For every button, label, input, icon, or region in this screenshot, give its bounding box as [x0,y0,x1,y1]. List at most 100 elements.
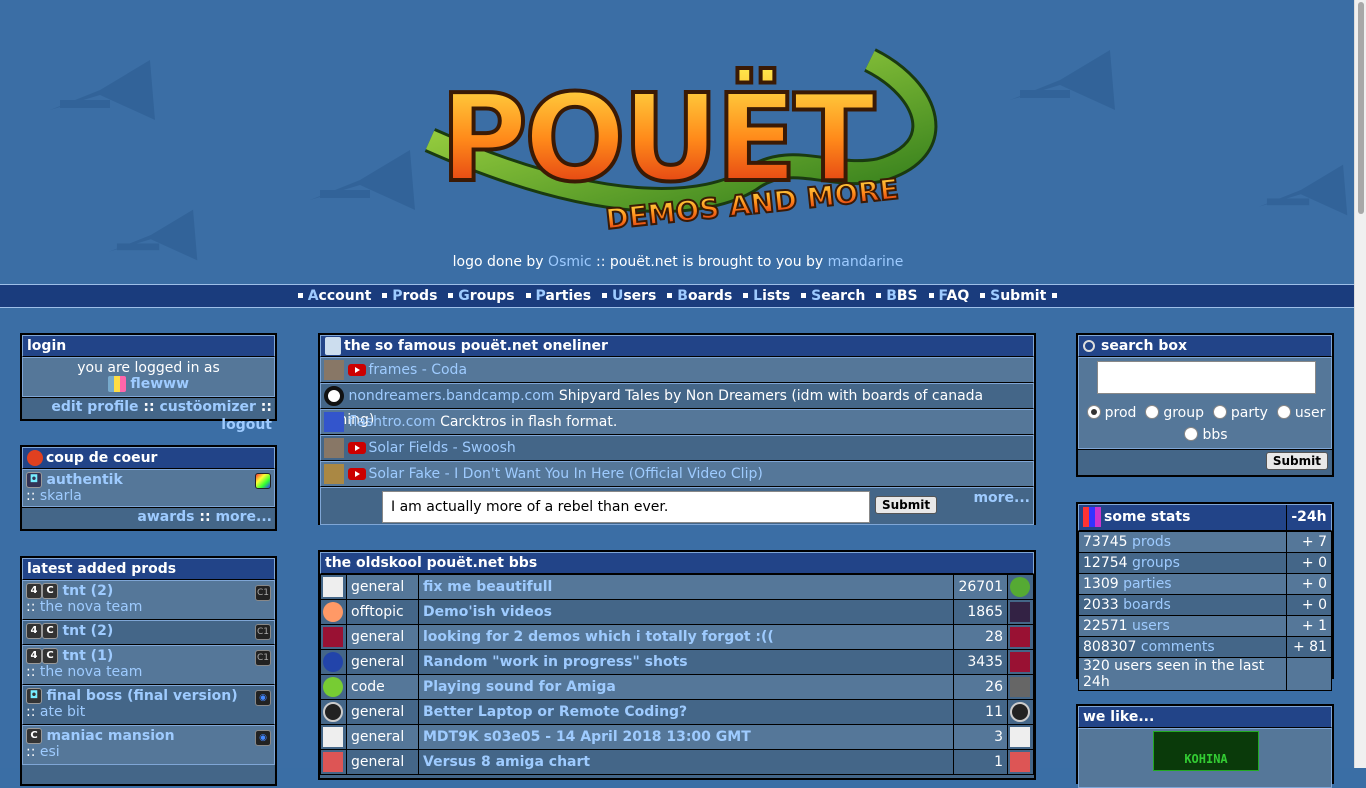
bbs-topic-link[interactable]: Demo'ish videos [423,604,552,620]
user-avatar[interactable] [323,577,343,597]
table-row[interactable]: offtopic Demo'ish videos 1865 [320,599,1034,625]
nav-bbs[interactable]: BBS [886,288,917,304]
table-row[interactable]: general Versus 8 amiga chart 1 [320,749,1034,775]
nav-users[interactable]: Users [612,288,656,304]
oneliner-link[interactable]: Solar Fake - I Don't Want You In Here (O… [368,466,762,482]
list-item[interactable]: 4C tnt (2) C1 [22,620,275,645]
page-scrollbar[interactable] [1354,0,1366,768]
search-input[interactable] [1097,361,1316,394]
bbs-topic-link[interactable]: Playing sound for Amiga [423,679,616,695]
user-avatar[interactable] [323,752,343,772]
stats-comments-link[interactable]: comments [1141,639,1215,655]
user-avatar[interactable] [1010,702,1030,722]
group-link[interactable]: ate bit [40,704,85,720]
prod-link[interactable]: tnt (2) [62,623,113,639]
stats-parties-link[interactable]: parties [1123,576,1172,592]
user-avatar[interactable] [1010,602,1030,622]
coup-more-link[interactable]: more... [215,509,272,525]
user-avatar[interactable] [323,702,343,722]
user-avatar[interactable] [323,677,343,697]
radio-user[interactable]: user [1276,405,1325,421]
bbs-topic-link[interactable]: looking for 2 demos which i totally forg… [423,629,774,645]
user-avatar[interactable] [323,727,343,747]
host-link[interactable]: mandarine [828,254,904,270]
coup-prod-link[interactable]: authentik [46,472,122,488]
nav-search[interactable]: Search [811,288,865,304]
edit-profile-link[interactable]: edit profile [51,399,138,415]
table-row[interactable]: general Random "work in progress" shots … [320,649,1034,675]
user-avatar[interactable] [1010,727,1030,747]
user-avatar[interactable] [323,652,343,672]
stats-prods-link[interactable]: prods [1132,534,1171,550]
user-avatar[interactable] [324,464,344,484]
radio-prod[interactable]: prod [1086,405,1136,421]
kohina-banner[interactable]: KOHINA [1153,731,1259,771]
nav-lists[interactable]: Lists [753,288,790,304]
user-avatar[interactable] [324,438,344,458]
scroll-thumb[interactable] [1358,2,1364,214]
coup-prod-row[interactable]: ◘ authentik :: skarla [22,469,275,507]
prod-link[interactable]: maniac mansion [46,728,174,744]
search-submit-button[interactable]: Submit [1265,452,1328,470]
list-item[interactable]: ◘ final boss (final version) :: ate bit … [22,685,275,725]
username-link[interactable]: flewww [130,376,189,392]
prod-link[interactable]: final boss (final version) [46,688,237,704]
prod-link[interactable]: tnt (2) [62,583,113,599]
group-link[interactable]: the nova team [40,664,143,680]
bbs-topic-link[interactable]: Better Laptop or Remote Coding? [423,704,687,720]
oneliner-link[interactable]: frames - Coda [368,362,467,378]
list-item[interactable]: 4C tnt (1) :: the nova team C1 [22,645,275,685]
table-row[interactable]: code Playing sound for Amiga 26 [320,674,1034,700]
radio-bbs[interactable]: bbs [1184,427,1228,443]
stats-users-link[interactable]: users [1132,618,1170,634]
stats-boards-link[interactable]: boards [1123,597,1171,613]
user-avatar[interactable] [324,386,344,406]
oneliner-link[interactable]: flashtro.com [348,414,435,430]
user-avatar[interactable] [324,412,344,432]
nav-prods[interactable]: Prods [392,288,437,304]
group-link[interactable]: esi [40,744,60,760]
user-avatar[interactable] [323,627,343,647]
nav-groups[interactable]: Groups [458,288,514,304]
customizer-link[interactable]: custöomizer [159,399,255,415]
bbs-topic-link[interactable]: Random "work in progress" shots [423,654,688,670]
user-avatar[interactable] [1010,577,1030,597]
oneliner-submit-button[interactable]: Submit [875,496,938,514]
user-avatar[interactable] [1010,627,1030,647]
radio-party[interactable]: party [1212,405,1268,421]
nav-parties[interactable]: Parties [536,288,592,304]
platform-icon: 4 [26,648,42,664]
oneliner-link[interactable]: nondreamers.bandcamp.com [348,388,554,404]
bbs-topic-link[interactable]: fix me beautifull [423,579,552,595]
pouet-logo[interactable]: POUËT DEMOS AND MORE [410,30,970,235]
user-avatar[interactable] [1010,677,1030,697]
logo-artist-link[interactable]: Osmic [548,254,592,270]
nav-account[interactable]: Account [308,288,372,304]
table-row[interactable]: general Better Laptop or Remote Coding? … [320,699,1034,725]
magnifier-icon [1083,340,1095,352]
user-avatar[interactable] [324,360,344,380]
bbs-topic-link[interactable]: MDT9K s03e05 - 14 April 2018 13:00 GMT [423,729,751,745]
oneliner-more-link[interactable]: more... [973,490,1030,506]
table-row[interactable]: general MDT9K s03e05 - 14 April 2018 13:… [320,724,1034,750]
oneliner-input[interactable] [382,491,870,523]
logout-link[interactable]: logout [221,417,272,433]
nav-submit[interactable]: Submit [990,288,1046,304]
oneliner-link[interactable]: Solar Fields - Swoosh [368,440,515,456]
stats-groups-link[interactable]: groups [1132,555,1180,571]
table-row[interactable]: general fix me beautifull 26701 [320,574,1034,600]
radio-group[interactable]: group [1145,405,1204,421]
user-avatar[interactable] [1010,652,1030,672]
bbs-category: general [346,749,419,775]
prod-link[interactable]: tnt (1) [62,648,113,664]
nav-boards[interactable]: Boards [677,288,732,304]
awards-link[interactable]: awards [137,509,194,525]
user-avatar[interactable] [323,602,343,622]
list-item[interactable]: 4C tnt (2) :: the nova team C1 [22,580,275,620]
nav-faq[interactable]: FAQ [939,288,970,304]
list-item[interactable]: C maniac mansion :: esi ◉ [22,725,275,765]
coup-group-link[interactable]: skarla [40,488,82,504]
table-row[interactable]: general looking for 2 demos which i tota… [320,624,1034,650]
user-avatar[interactable] [1010,752,1030,772]
group-link[interactable]: the nova team [40,599,143,615]
